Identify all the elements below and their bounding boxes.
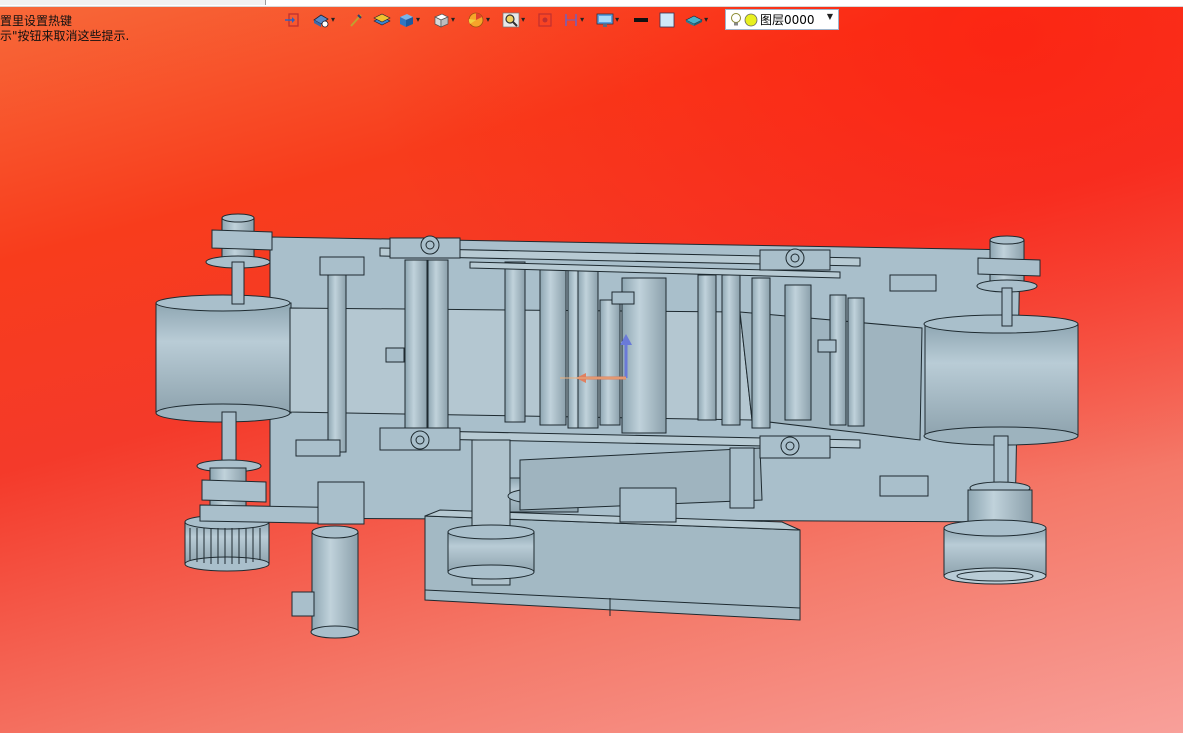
display-settings-button[interactable]: ▾ (594, 9, 621, 31)
chevron-down-icon: ▾ (615, 15, 620, 24)
display-settings-icon (596, 12, 614, 28)
3d-viewport[interactable]: 置里设置热键 示"按钮来取消这些提示. ▾ ▾ ▾ ▾ ▾ ▾ ▾ ▾ 图层00… (0, 0, 1183, 733)
line-style-button[interactable] (347, 9, 365, 31)
zoom-icon (502, 12, 520, 28)
layer-name: 图层0000 (760, 13, 815, 27)
render-style-button[interactable]: ▾ (395, 9, 422, 31)
fit-view-button[interactable] (535, 9, 555, 31)
exit-sketch-icon (284, 12, 300, 28)
chevron-down-icon: ▾ (521, 15, 526, 24)
chevron-down-icon: ▾ (486, 15, 491, 24)
standard-views-button[interactable]: ▾ (430, 9, 457, 31)
view-orientation-icon (312, 12, 330, 28)
material-button[interactable]: ▾ (683, 9, 710, 31)
line-color-icon (633, 12, 649, 28)
lightbulb-icon[interactable] (730, 12, 742, 28)
line-color-button[interactable] (631, 9, 651, 31)
chevron-down-icon: ▾ (331, 15, 336, 24)
hint-text-line2: 示"按钮来取消这些提示. (0, 29, 130, 43)
section-view-button[interactable]: ▾ (561, 9, 586, 31)
color-wheel-icon (467, 12, 485, 28)
fill-color-icon (659, 12, 675, 28)
chevron-down-icon: ▾ (580, 15, 585, 24)
color-wheel-button[interactable]: ▾ (465, 9, 492, 31)
view-orientation-button[interactable]: ▾ (310, 9, 337, 31)
layer-dropdown[interactable]: 图层0000 ▼ (725, 9, 839, 30)
layers-icon (373, 12, 391, 28)
zoom-button[interactable]: ▾ (500, 9, 527, 31)
document-tab[interactable] (0, 0, 266, 5)
fit-view-icon (537, 12, 553, 28)
chevron-down-icon[interactable]: ▼ (827, 12, 833, 21)
layers-button[interactable] (371, 9, 393, 31)
chevron-down-icon: ▾ (451, 15, 456, 24)
standard-views-icon (432, 12, 450, 28)
line-style-icon (349, 12, 363, 28)
heads-up-toolbar: ▾ ▾ ▾ ▾ ▾ ▾ ▾ ▾ (282, 8, 710, 32)
section-view-icon (563, 12, 579, 28)
chevron-down-icon: ▾ (416, 15, 421, 24)
material-icon (685, 12, 703, 28)
exit-sketch-button[interactable] (282, 9, 302, 31)
layer-color-icon[interactable] (744, 13, 758, 27)
fill-color-button[interactable] (657, 9, 677, 31)
render-style-icon (397, 12, 415, 28)
chevron-down-icon: ▾ (704, 15, 709, 24)
cad-assembly-model[interactable] (0, 0, 1183, 733)
